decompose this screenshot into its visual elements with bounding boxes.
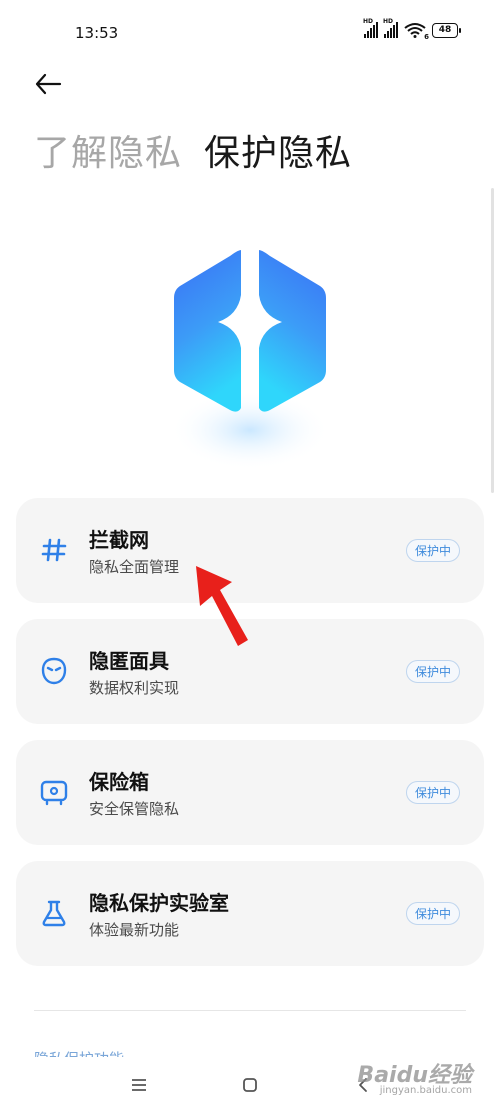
- divider: [34, 1010, 466, 1011]
- battery-icon: 48: [432, 22, 461, 38]
- mask-icon: [38, 655, 70, 687]
- signal-hd-label-2: HD: [383, 18, 394, 25]
- signal-icon-2: HD: [383, 18, 398, 38]
- card-title: 隐私保护实验室: [89, 891, 229, 915]
- card-subtitle: 安全保管隐私: [89, 800, 180, 818]
- card-privacy-lab[interactable]: 隐私保护实验室 体验最新功能 保护中: [16, 861, 484, 966]
- card-subtitle: 隐私全面管理: [89, 558, 180, 576]
- safe-icon: [38, 776, 70, 808]
- signal-icon: HD: [363, 18, 378, 38]
- card-subtitle: 体验最新功能: [89, 921, 180, 939]
- tab-bar: 了解隐私 保护隐私: [34, 124, 352, 176]
- section-heading-peek: 隐私保护功能: [34, 1045, 124, 1057]
- wifi-label: 6: [424, 33, 429, 41]
- scrollbar[interactable]: [491, 188, 494, 493]
- watermark: Baidu经验 jingyan.baidu.com: [357, 1057, 472, 1096]
- card-safe-box[interactable]: 保险箱 安全保管隐私 保护中: [16, 740, 484, 845]
- privacy-shield-cube-icon: [150, 230, 350, 480]
- card-title: 拦截网: [89, 528, 149, 552]
- status-time: 13:53: [75, 24, 119, 42]
- home-button[interactable]: [235, 1070, 265, 1100]
- status-badge: 保护中: [405, 902, 460, 925]
- hash-icon: [38, 534, 70, 566]
- status-icons: HD HD 6 48: [363, 18, 461, 41]
- watermark-sub: jingyan.baidu.com: [379, 1085, 472, 1096]
- status-bar: 13:53 HD HD 6 48: [0, 0, 500, 64]
- wifi-icon: 6: [404, 22, 429, 41]
- menu-button[interactable]: [124, 1070, 154, 1100]
- status-badge: 保护中: [405, 781, 460, 804]
- back-button[interactable]: [30, 66, 66, 102]
- card-title: 隐匿面具: [89, 649, 169, 673]
- flask-icon: [38, 897, 70, 929]
- card-title: 保险箱: [89, 770, 149, 794]
- card-subtitle: 数据权利实现: [89, 679, 180, 697]
- signal-hd-label: HD: [363, 18, 374, 25]
- menu-icon: [132, 1079, 146, 1091]
- tab-learn-privacy[interactable]: 了解隐私: [34, 124, 182, 176]
- tab-protect-privacy[interactable]: 保护隐私: [204, 124, 352, 176]
- status-badge: 保护中: [405, 539, 460, 562]
- home-icon: [243, 1078, 257, 1092]
- status-badge: 保护中: [405, 660, 460, 683]
- red-pointer-arrow-icon: [196, 566, 248, 646]
- arrow-left-icon: [35, 73, 62, 95]
